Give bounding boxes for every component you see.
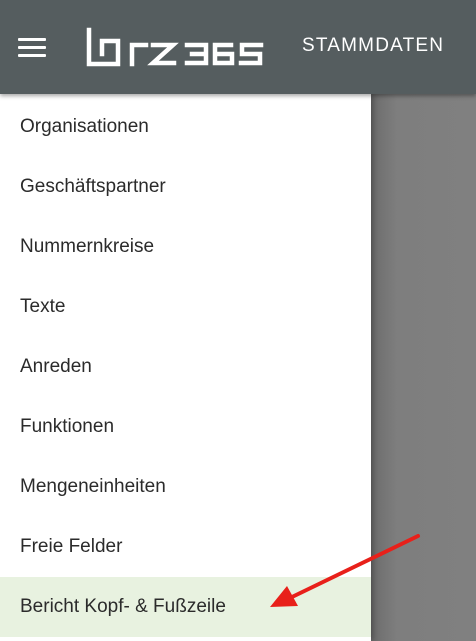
menu-item-label: Funktionen [20, 416, 115, 437]
menu-item-freie-felder[interactable]: Freie Felder [0, 517, 371, 577]
menu-item-organisationen[interactable]: Organisationen [0, 97, 371, 157]
menu-item-label: Texte [20, 296, 66, 317]
menu-button[interactable] [10, 28, 54, 66]
hamburger-icon-bar [18, 46, 46, 49]
menu-item-geschaeftspartner[interactable]: Geschäftspartner [0, 157, 371, 217]
menu-item-nummernkreise[interactable]: Nummernkreise [0, 217, 371, 277]
hamburger-icon-bar [18, 54, 46, 57]
menu-item-label: Bericht Kopf- & Fußzeile [20, 596, 226, 617]
menu-item-label: Anreden [20, 356, 92, 377]
page-title: STAMMDATEN [302, 35, 445, 56]
menu-item-label: Mengeneinheiten [20, 476, 166, 497]
navigation-drawer: Organisationen Geschäftspartner Nummernk… [0, 94, 371, 641]
menu-item-anreden[interactable]: Anreden [0, 337, 371, 397]
menu-item-bericht-kopf-fusszeile[interactable]: Bericht Kopf- & Fußzeile [0, 577, 371, 637]
drawer-overlay[interactable] [371, 94, 476, 641]
menu-item-label: Geschäftspartner [20, 176, 166, 197]
menu-item-texte[interactable]: Texte [0, 277, 371, 337]
menu-item-mengeneinheiten[interactable]: Mengeneinheiten [0, 457, 371, 517]
hamburger-icon-bar [18, 38, 46, 41]
menu-item-label: Freie Felder [20, 536, 123, 557]
brz-365-logo [86, 27, 264, 67]
menu-item-label: Organisationen [20, 116, 149, 137]
menu-item-label: Nummernkreise [20, 236, 155, 257]
menu-item-funktionen[interactable]: Funktionen [0, 397, 371, 457]
app-bar: STAMMDATEN [0, 0, 476, 94]
